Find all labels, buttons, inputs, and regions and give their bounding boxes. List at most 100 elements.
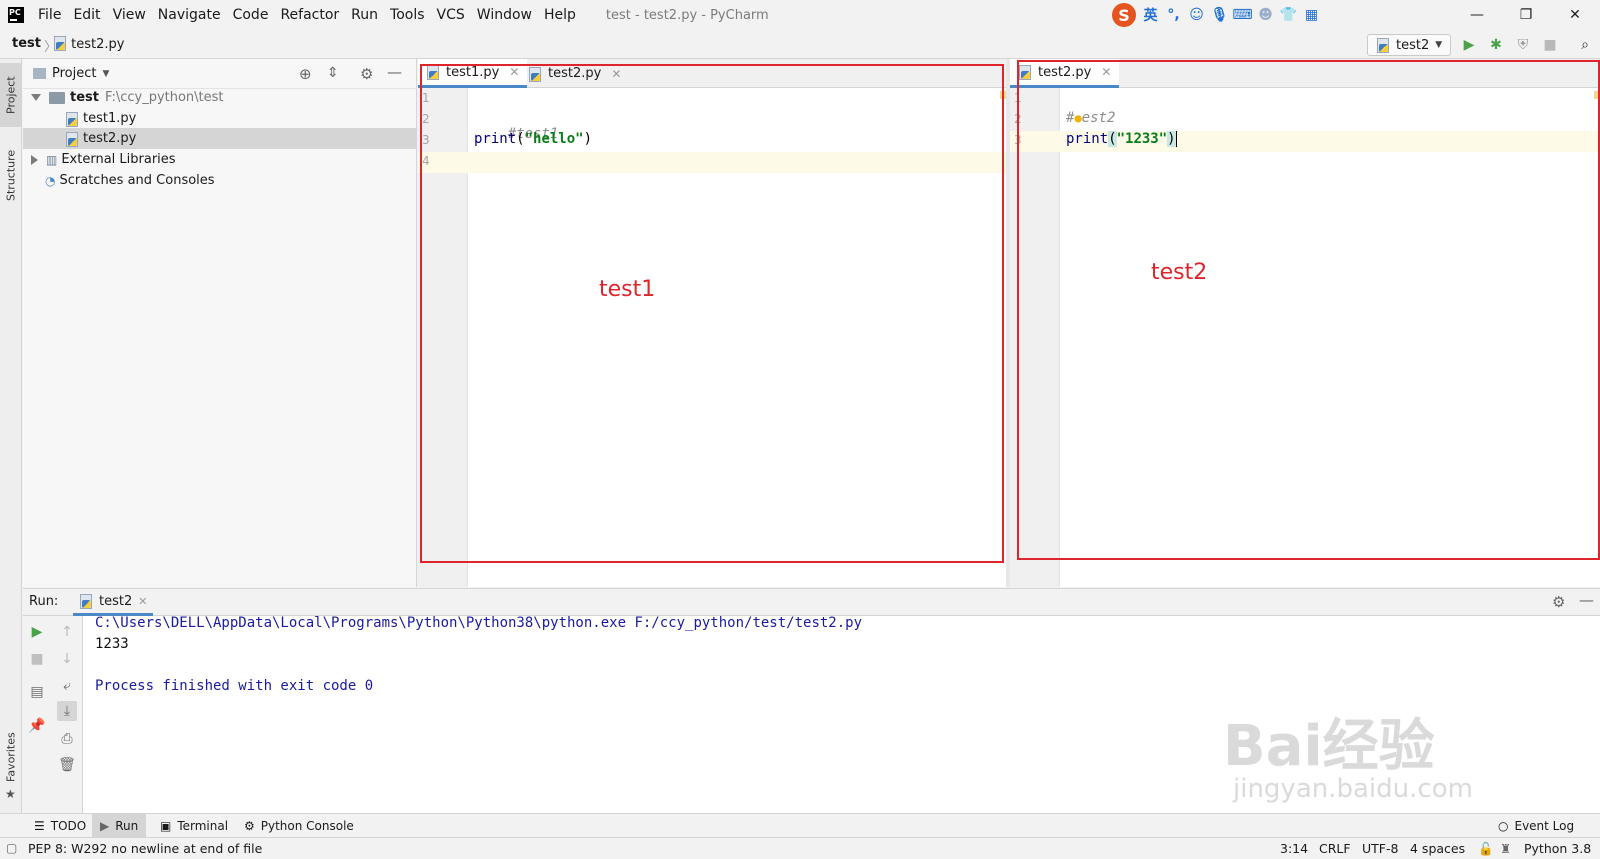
lock-icon[interactable]: 🔓 — [1478, 841, 1494, 857]
tree-item-scratches[interactable]: ◔ Scratches and Consoles — [23, 170, 417, 191]
scroll-to-end-icon[interactable]: ⤓ — [57, 701, 77, 721]
menu-window[interactable]: Window — [471, 7, 538, 23]
menu-refactor[interactable]: Refactor — [274, 7, 345, 23]
hide-panel-icon[interactable]: — — [387, 63, 402, 81]
tool-tab-terminal[interactable]: ▣ Terminal — [152, 814, 236, 838]
inspector-icon[interactable]: ♜ — [1500, 841, 1511, 856]
tool-tab-project[interactable]: Project — [0, 63, 22, 127]
tool-tab-favorites[interactable]: Favorites — [0, 719, 22, 795]
trash-icon[interactable]: 🗑 — [57, 755, 77, 775]
tree-item-path: F:\ccy_python\test — [104, 90, 224, 105]
restore-button[interactable]: ❐ — [1503, 0, 1549, 30]
tab-test2[interactable]: test2.py ✕ — [1010, 59, 1120, 88]
watermark-url: jingyan.baidu.com — [1233, 774, 1473, 804]
menu-navigate[interactable]: Navigate — [152, 7, 227, 23]
gear-icon[interactable]: ⚙ — [360, 65, 373, 83]
tree-item-test2[interactable]: test2.py — [23, 128, 417, 149]
menu-help[interactable]: Help — [538, 7, 582, 23]
minimize-button[interactable]: — — [1454, 0, 1500, 30]
lightbulb-icon[interactable]: ● — [1074, 111, 1081, 125]
menu-vcs[interactable]: VCS — [431, 7, 471, 23]
code-line-2[interactable]: #●est2 — [1066, 110, 1115, 126]
pin-icon[interactable]: 📌 — [27, 716, 47, 736]
status-interpreter[interactable]: Python 3.8 — [1524, 841, 1591, 856]
tool-tab-structure-label: Structure — [4, 149, 18, 201]
arrow-up-icon[interactable]: ↑ — [57, 622, 77, 642]
editor-right-gutter — [1010, 88, 1060, 587]
code-line-3[interactable]: print("1233") — [1066, 131, 1177, 147]
menu-view[interactable]: View — [107, 7, 152, 23]
debug-icon[interactable]: ✱ — [1486, 35, 1506, 55]
project-view-label[interactable]: Project — [52, 66, 96, 81]
keyboard-icon[interactable]: ⌨ — [1232, 7, 1252, 24]
menu-run[interactable]: Run — [345, 7, 384, 23]
toolbox-icon[interactable]: ▦ — [1303, 7, 1320, 24]
run-config-dropdown[interactable]: test2 ▼ — [1367, 34, 1451, 56]
todo-icon: ☰ — [34, 819, 45, 833]
stop-icon[interactable]: ■ — [1540, 35, 1560, 55]
gear-icon[interactable]: ⚙ — [1552, 593, 1565, 611]
skin-icon[interactable]: 👕 — [1280, 7, 1297, 24]
tool-tab-structure[interactable]: Structure — [0, 139, 22, 211]
collapse-all-icon[interactable]: ⇕ — [327, 65, 339, 81]
tree-item-external-libraries[interactable]: ▥ External Libraries — [23, 149, 417, 170]
editor-right-tabbar: test2.py ✕ — [1010, 59, 1600, 88]
expand-arrow-icon[interactable] — [31, 94, 41, 101]
menu-tools[interactable]: Tools — [384, 7, 431, 23]
status-caret-position[interactable]: 3:14 — [1280, 841, 1308, 856]
tree-item-test[interactable]: test F:\ccy_python\test — [23, 87, 417, 108]
tool-tab-event-log[interactable]: ○ Event Log — [1490, 814, 1582, 838]
ime-lang-toggle[interactable]: 英 — [1142, 7, 1159, 24]
stop-icon[interactable]: ■ — [27, 649, 47, 669]
close-tab-icon[interactable]: ✕ — [138, 595, 147, 608]
tab-test2[interactable]: test2.py ✕ — [520, 59, 629, 88]
menu-file[interactable]: File — [32, 7, 67, 23]
scratches-icon: ◔ — [45, 173, 56, 188]
punctuation-icon[interactable]: °, — [1165, 7, 1182, 24]
close-window-button[interactable]: ✕ — [1552, 0, 1598, 30]
run-icon[interactable]: ▶ — [1459, 35, 1479, 55]
breadcrumb-project[interactable]: test — [12, 36, 41, 51]
tool-tab-run[interactable]: ▶ Run — [92, 814, 147, 838]
coverage-icon[interactable]: ⛨ — [1513, 35, 1533, 55]
status-panel-toggle-icon[interactable]: ▢ — [6, 841, 17, 855]
run-toolbar: ▶ ■ ▤ 📌 ↑ ↓ ⤶ ⤓ ⎙ 🗑 — [23, 616, 83, 813]
menu-code[interactable]: Code — [227, 7, 275, 23]
close-tab-icon[interactable]: ✕ — [1101, 65, 1111, 79]
chevron-down-icon: ▼ — [1435, 40, 1443, 50]
tool-tab-python-console[interactable]: ⚙ Python Console — [236, 814, 362, 838]
hide-panel-icon[interactable]: — — [1579, 591, 1594, 609]
tab-test1[interactable]: test1.py ✕ — [418, 59, 528, 88]
tree-item-label: Scratches and Consoles — [59, 173, 215, 188]
rerun-icon[interactable]: ▶ — [27, 622, 47, 642]
search-icon[interactable]: ⌕ — [1575, 35, 1595, 55]
error-stripe-marker[interactable] — [1594, 91, 1600, 99]
code-line-3[interactable]: print("hello") — [474, 131, 592, 147]
arrow-down-icon[interactable]: ↓ — [57, 649, 77, 669]
chevron-down-icon[interactable]: ▼ — [102, 69, 109, 79]
tree-item-label: test2.py — [83, 131, 137, 146]
tool-tab-todo[interactable]: ☰ TODO — [26, 814, 94, 838]
run-tab-test2[interactable]: test2 ✕ — [73, 589, 154, 616]
breadcrumb-file[interactable]: test2.py — [53, 36, 124, 52]
close-tab-icon[interactable]: ✕ — [509, 65, 519, 79]
folder-icon — [49, 91, 65, 104]
user-icon[interactable]: ☻ — [1257, 7, 1274, 24]
status-encoding[interactable]: UTF-8 — [1362, 841, 1398, 856]
soft-wrap-icon[interactable]: ⤶ — [57, 676, 77, 696]
locate-icon[interactable]: ⊕ — [299, 65, 312, 83]
status-line-separator[interactable]: CRLF — [1319, 841, 1351, 856]
tree-item-test1[interactable]: test1.py — [23, 108, 417, 129]
layout-icon[interactable]: ▤ — [27, 682, 47, 702]
expand-arrow-icon[interactable] — [31, 154, 38, 165]
mic-icon[interactable]: 🎙 — [1211, 7, 1229, 24]
output-line-command[interactable]: C:\Users\DELL\AppData\Local\Programs\Pyt… — [95, 615, 862, 631]
emoji-icon[interactable]: ☺ — [1188, 7, 1205, 24]
print-icon[interactable]: ⎙ — [57, 729, 77, 749]
menu-edit[interactable]: Edit — [67, 7, 106, 23]
python-file-icon — [53, 36, 67, 51]
close-tab-icon[interactable]: ✕ — [611, 67, 621, 81]
status-indent[interactable]: 4 spaces — [1410, 841, 1465, 856]
sogou-icon[interactable]: S — [1112, 3, 1136, 27]
line-number: 2 — [422, 112, 430, 126]
